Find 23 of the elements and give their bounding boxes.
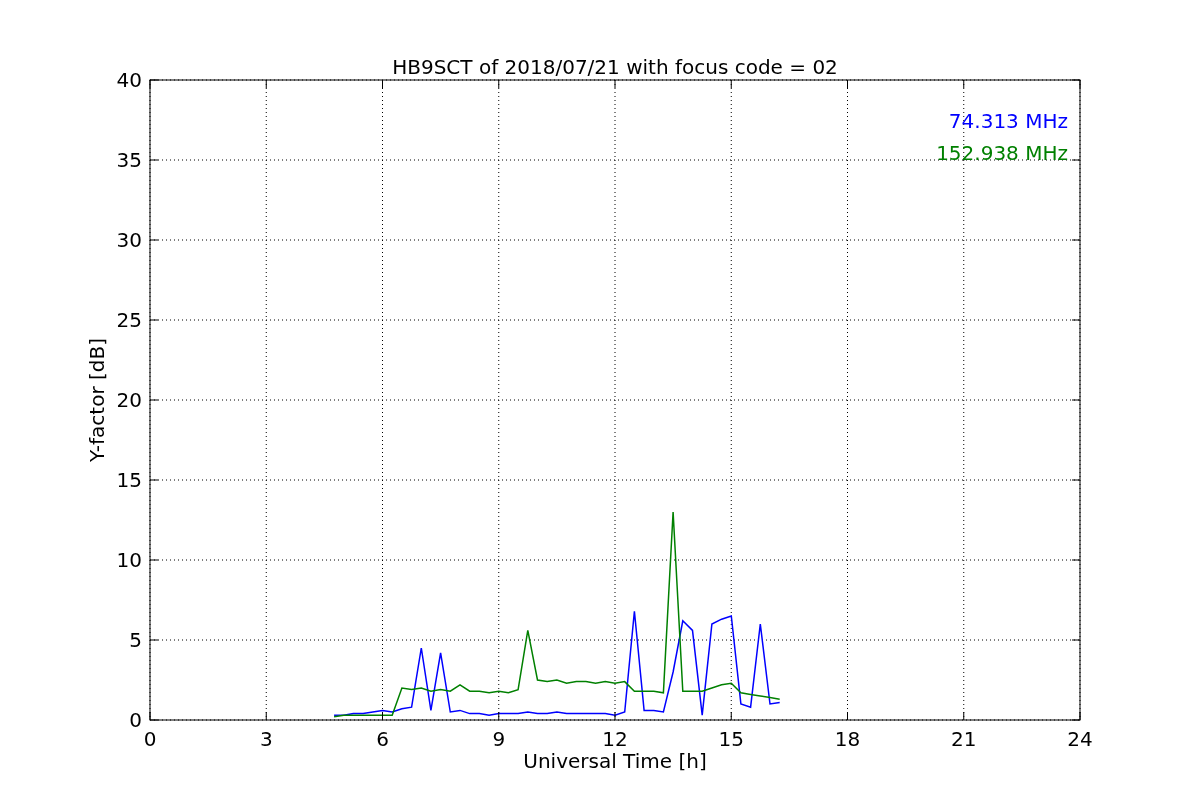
tick-label: 40 xyxy=(116,68,142,92)
chart-title: HB9SCT of 2018/07/21 with focus code = 02 xyxy=(392,55,838,79)
tick-label: 12 xyxy=(602,727,628,751)
tick-label: 15 xyxy=(116,468,142,492)
y-axis-label: Y-factor [dB] xyxy=(85,338,109,462)
tick-label: 25 xyxy=(116,308,142,332)
tick-label: 24 xyxy=(1067,727,1093,751)
tick-label: 30 xyxy=(116,228,142,252)
tick-label: 18 xyxy=(834,727,861,751)
tick-label: 9 xyxy=(492,727,506,751)
tick-label: 15 xyxy=(718,727,744,751)
tick-label: 20 xyxy=(116,388,142,412)
tick-label: 5 xyxy=(129,628,142,652)
legend-label: 152.938 MHz xyxy=(936,141,1068,165)
tick-label: 10 xyxy=(116,548,142,572)
tick-label: 0 xyxy=(143,727,157,751)
x-axis-label: Universal Time [h] xyxy=(523,749,707,773)
legend-label: 74.313 MHz xyxy=(948,109,1068,133)
tick-label: 35 xyxy=(116,148,142,172)
tick-label: 3 xyxy=(259,727,273,751)
tick-label: 21 xyxy=(951,727,977,751)
tick-label: 0 xyxy=(129,708,142,732)
tick-label: 6 xyxy=(376,727,389,751)
